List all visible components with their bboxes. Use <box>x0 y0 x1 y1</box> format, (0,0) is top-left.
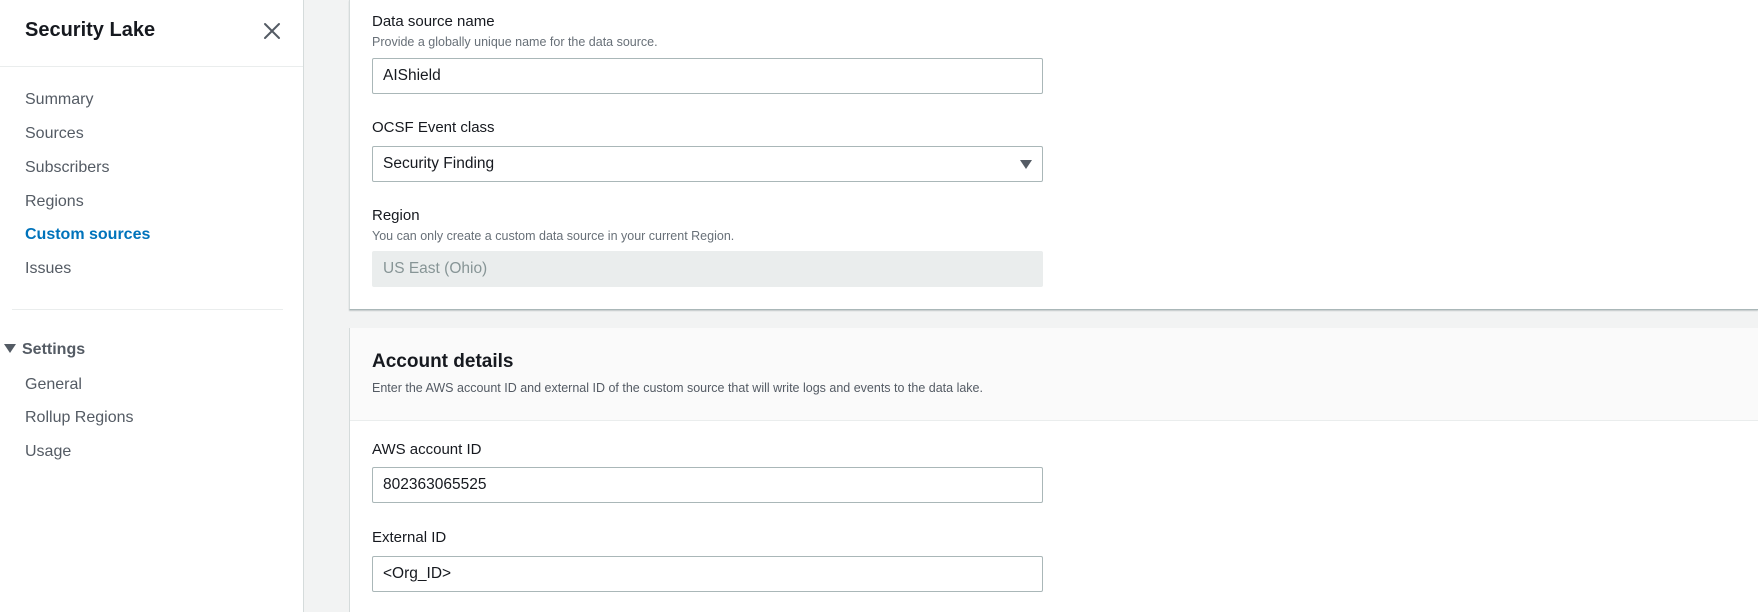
sidebar-item-general[interactable]: General <box>25 376 82 394</box>
sidebar-item-subscribers[interactable]: Subscribers <box>25 159 109 177</box>
sidebar-item-rollup-regions[interactable]: Rollup Regions <box>25 409 134 427</box>
caret-down-icon <box>4 344 16 353</box>
sidebar-header: Security Lake <box>0 0 303 67</box>
dropdown-arrow-icon <box>1020 160 1032 169</box>
sidebar-divider <box>12 309 283 310</box>
external-id-label: External ID <box>372 529 447 546</box>
region-label: Region <box>372 207 420 224</box>
event-class-selected-value: Security Finding <box>383 155 495 172</box>
region-description: You can only create a custom data source… <box>372 229 735 243</box>
data-source-name-input[interactable] <box>372 58 1043 94</box>
sidebar-item-summary[interactable]: Summary <box>25 91 93 109</box>
data-source-panel: Data source name Provide a globally uniq… <box>349 0 1758 310</box>
close-icon[interactable] <box>260 19 284 43</box>
data-source-name-description: Provide a globally unique name for the d… <box>372 35 658 49</box>
account-details-panel: Account details Enter the AWS account ID… <box>349 328 1758 612</box>
settings-label: Settings <box>22 341 86 358</box>
side-navigation: Security Lake Summary Sources Subscriber… <box>0 0 304 612</box>
account-details-description: Enter the AWS account ID and external ID… <box>372 381 983 395</box>
sidebar-item-regions[interactable]: Regions <box>25 193 84 211</box>
settings-section-toggle[interactable]: Settings <box>4 341 85 359</box>
account-details-header: Account details Enter the AWS account ID… <box>350 328 1758 421</box>
sidebar-item-custom-sources[interactable]: Custom sources <box>25 226 150 244</box>
event-class-label: OCSF Event class <box>372 119 495 136</box>
external-id-input[interactable] <box>372 556 1043 592</box>
sidebar-item-issues[interactable]: Issues <box>25 260 71 278</box>
aws-account-id-input[interactable] <box>372 467 1043 503</box>
event-class-select[interactable]: Security Finding <box>372 146 1043 182</box>
aws-account-id-label: AWS account ID <box>372 441 482 458</box>
region-input <box>372 251 1043 287</box>
sidebar-item-sources[interactable]: Sources <box>25 125 84 143</box>
data-source-name-label: Data source name <box>372 13 495 30</box>
sidebar-title[interactable]: Security Lake <box>25 19 155 42</box>
account-details-title: Account details <box>372 351 514 372</box>
sidebar-item-usage[interactable]: Usage <box>25 443 71 461</box>
